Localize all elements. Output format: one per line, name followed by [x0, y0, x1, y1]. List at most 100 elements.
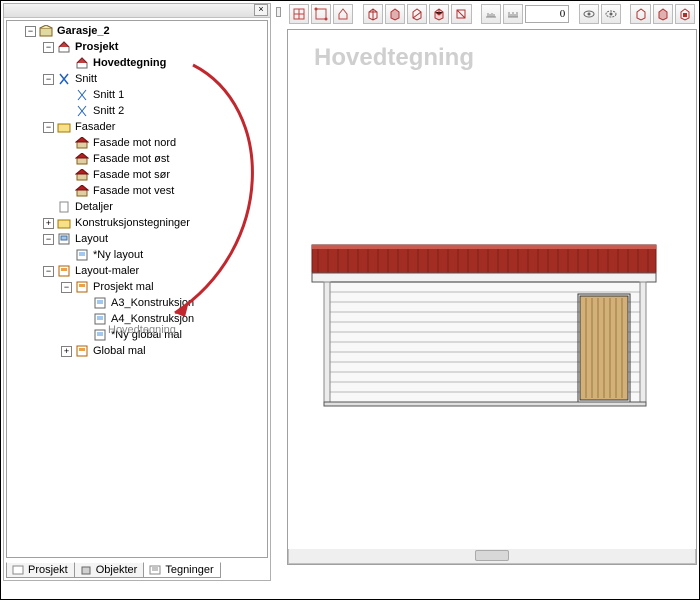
tree-label: Prosjekt — [75, 39, 118, 55]
page-icon — [56, 200, 72, 214]
panel-titlebar: × — [4, 4, 270, 18]
tree-snitt[interactable]: − Snitt — [7, 71, 267, 87]
cube-view-4-button[interactable] — [429, 4, 449, 24]
expand-toggle[interactable]: + — [61, 346, 72, 357]
collapse-toggle[interactable]: − — [43, 42, 54, 53]
tree-detaljer[interactable]: Detaljer — [7, 199, 267, 215]
tree-layout-item[interactable]: *Ny layout — [7, 247, 267, 263]
expand-toggle[interactable]: + — [43, 218, 54, 229]
tree-label: Fasade mot nord — [93, 135, 176, 151]
panel-close-button[interactable]: × — [254, 4, 268, 16]
tree-label: A4_Konstruksjon — [111, 311, 194, 327]
scrollbar-thumb[interactable] — [475, 550, 509, 561]
cube-view-3-button[interactable] — [407, 4, 427, 24]
panel-splitter[interactable] — [273, 3, 285, 581]
project-tree[interactable]: − Garasje_2 − Prosjekt Hovedtegning − Sn… — [6, 20, 268, 558]
tree-prosjekt-mal[interactable]: − Prosjekt mal — [7, 279, 267, 295]
tree-label: A3_Konstruksjon — [111, 295, 194, 311]
house-red-icon — [74, 168, 90, 182]
template-icon — [74, 344, 90, 358]
tree-snitt-item[interactable]: Snitt 2 — [7, 103, 267, 119]
viewport-toolbar — [287, 3, 697, 25]
cube-view-1-button[interactable] — [363, 4, 383, 24]
cube-group-3-button[interactable] — [675, 4, 695, 24]
viewport-panel: Hovedtegning — [287, 3, 697, 581]
tree-fasader[interactable]: − Fasader — [7, 119, 267, 135]
tree-label: Konstruksjonstegninger — [75, 215, 190, 231]
ruler-inc-button[interactable] — [503, 4, 523, 24]
collapse-toggle[interactable]: − — [25, 26, 36, 37]
tree-fasade-item[interactable]: Fasade mot sør — [7, 167, 267, 183]
tree-label: Fasade mot øst — [93, 151, 169, 167]
folder-icon — [56, 120, 72, 134]
layout-icon — [92, 328, 108, 342]
cube-view-2-button[interactable] — [385, 4, 405, 24]
drawing-icon — [148, 564, 162, 576]
tab-tegninger[interactable]: Tegninger — [143, 562, 220, 578]
view-edges-button[interactable] — [311, 4, 331, 24]
tab-label: Tegninger — [165, 564, 213, 576]
tree-label: *Ny layout — [93, 247, 143, 263]
tree-label: Snitt 2 — [93, 103, 124, 119]
tree-label: Snitt — [75, 71, 97, 87]
house-red-icon — [74, 184, 90, 198]
tree-fasade-item[interactable]: Fasade mot vest — [7, 183, 267, 199]
tree-snitt-item[interactable]: Snitt 1 — [7, 87, 267, 103]
tree-template-item[interactable]: A4_Konstruksjon — [7, 311, 267, 327]
tree-label: Fasade mot vest — [93, 183, 174, 199]
cube-group-2-button[interactable] — [653, 4, 673, 24]
house-red-icon — [74, 152, 90, 166]
ruler-dec-button[interactable] — [481, 4, 501, 24]
house-icon — [74, 56, 90, 70]
tree-label: Garasje_2 — [57, 23, 110, 39]
tree-label: Snitt 1 — [93, 87, 124, 103]
tree-hovedtegning[interactable]: Hovedtegning — [7, 55, 267, 71]
tree-layout-maler[interactable]: − Layout-maler — [7, 263, 267, 279]
tree-label: *Ny global mal — [111, 327, 182, 343]
collapse-toggle[interactable]: − — [43, 266, 54, 277]
tab-label: Prosjekt — [28, 564, 68, 576]
tree-label: Hovedtegning — [93, 55, 166, 71]
tree-label: Fasader — [75, 119, 115, 135]
tree-global-mal[interactable]: + Global mal — [7, 343, 267, 359]
project-tree-panel: × − Garasje_2 − Prosjekt Hovedtegning − … — [3, 3, 271, 581]
tree-fasade-item[interactable]: Fasade mot nord — [7, 135, 267, 151]
tree-template-item[interactable]: *Ny global mal — [7, 327, 267, 343]
layout-icon — [56, 232, 72, 246]
tree-konstruksjon[interactable]: + Konstruksjonstegninger — [7, 215, 267, 231]
tree-template-item[interactable]: A3_Konstruksjon — [7, 295, 267, 311]
house-icon — [56, 40, 72, 54]
cube-icon — [79, 564, 93, 576]
tree-root[interactable]: − Garasje_2 — [7, 23, 267, 39]
toolbar-numeric-input[interactable] — [525, 5, 569, 23]
tab-prosjekt[interactable]: Prosjekt — [6, 562, 75, 578]
tab-objekter[interactable]: Objekter — [74, 562, 145, 578]
collapse-toggle[interactable]: − — [61, 282, 72, 293]
layout-icon — [92, 296, 108, 310]
drawing-canvas[interactable]: Hovedtegning — [287, 29, 697, 565]
collapse-toggle[interactable]: − — [43, 122, 54, 133]
view-eye-button[interactable] — [579, 4, 599, 24]
cube-group-1-button[interactable] — [630, 4, 650, 24]
tree-fasade-item[interactable]: Fasade mot øst — [7, 151, 267, 167]
layout-icon — [74, 248, 90, 262]
tree-label: Layout-maler — [75, 263, 139, 279]
tree-prosjekt[interactable]: − Prosjekt — [7, 39, 267, 55]
box-icon — [38, 24, 54, 38]
canvas-horizontal-scrollbar[interactable] — [288, 549, 696, 564]
template-icon — [56, 264, 72, 278]
collapse-toggle[interactable]: − — [43, 74, 54, 85]
tree-label: Global mal — [93, 343, 146, 359]
collapse-toggle[interactable]: − — [43, 234, 54, 245]
section-icon — [56, 72, 72, 86]
cube-view-5-button[interactable] — [451, 4, 471, 24]
folder-icon — [56, 216, 72, 230]
house-red-icon — [74, 136, 90, 150]
view-grid-button[interactable] — [289, 4, 309, 24]
template-icon — [74, 280, 90, 294]
tree-layout[interactable]: − Layout — [7, 231, 267, 247]
page-icon — [11, 564, 25, 576]
view-eye-dash-button[interactable] — [601, 4, 621, 24]
view-house-button[interactable] — [333, 4, 353, 24]
tree-label: Prosjekt mal — [93, 279, 154, 295]
